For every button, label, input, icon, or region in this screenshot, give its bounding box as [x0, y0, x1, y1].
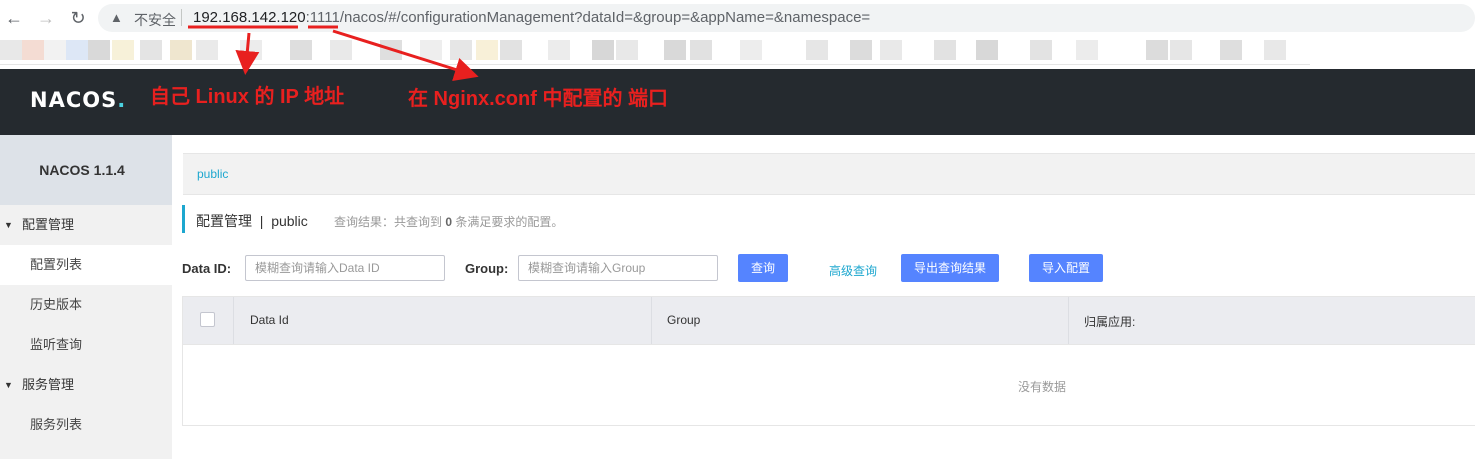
annotation-overlay: [188, 25, 479, 81]
ip-arrow: [235, 32, 260, 75]
port-arrow: [332, 29, 479, 81]
